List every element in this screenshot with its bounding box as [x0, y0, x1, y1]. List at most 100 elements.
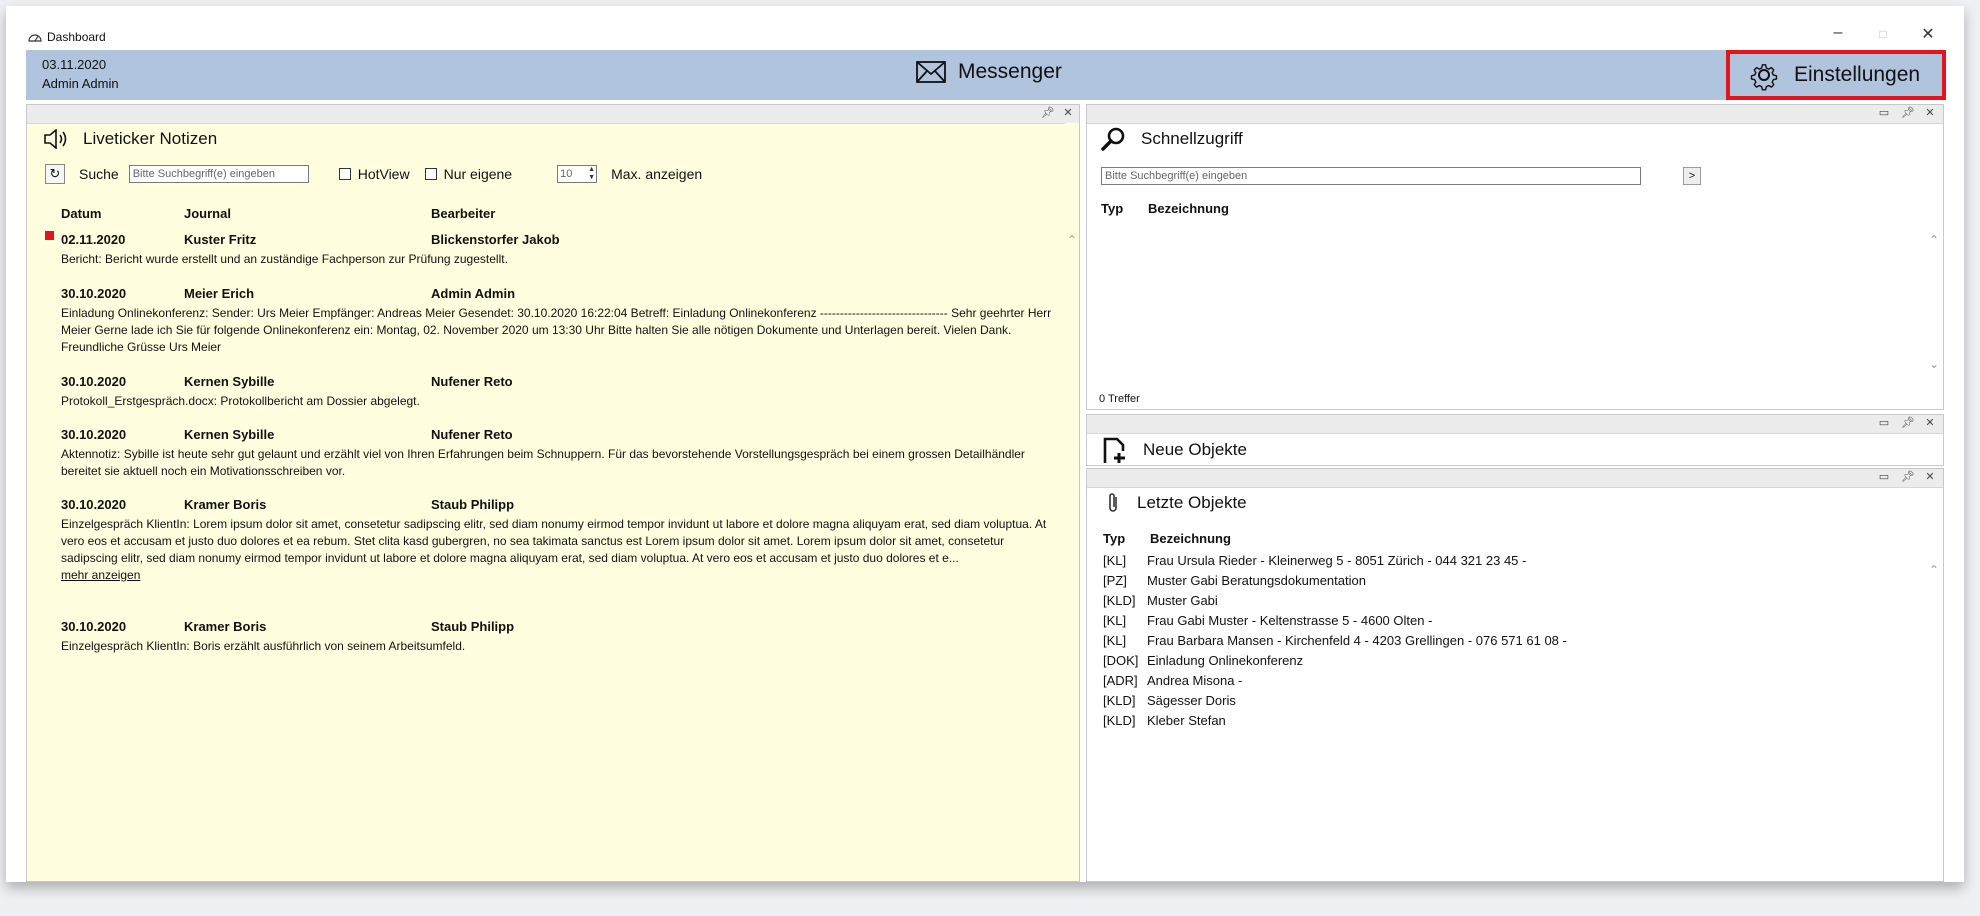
pin-icon[interactable]: 📌︎: [1901, 416, 1915, 429]
item-label: Sägesser Doris: [1147, 693, 1236, 708]
entry-bearbeiter: Nufener Reto: [431, 374, 513, 389]
ticker-entry[interactable]: 02.11.2020 Kuster Fritz Blickenstorfer J…: [45, 231, 1061, 268]
entry-bearbeiter: Admin Admin: [431, 286, 516, 301]
entry-text: Protokoll_Erstgespräch.docx: Protokollbe…: [61, 394, 420, 408]
item-label: Muster Gabi Beratungsdokumentation: [1147, 573, 1366, 588]
liveticker-search-input[interactable]: Bitte Suchbegriff(e) eingeben: [128, 165, 309, 183]
column-header-journal: Journal: [184, 206, 231, 221]
column-header-typ: Typ: [1101, 201, 1124, 216]
item-type: [ADR]: [1103, 673, 1138, 688]
panel-toolbar: ▭ 📌︎ ✕: [1087, 105, 1943, 124]
entry-journal: Kernen Sybille: [184, 427, 275, 442]
close-window-button[interactable]: ✕: [1918, 24, 1938, 44]
list-item[interactable]: [PZ] Muster Gabi Beratungsdokumentation: [1103, 573, 1567, 593]
scrollbar-track[interactable]: ⌃: [1065, 123, 1079, 881]
ticker-entry[interactable]: 30.10.2020 Kramer Boris Staub Philipp Ei…: [61, 496, 1061, 584]
scroll-down-icon[interactable]: ⌄: [1929, 357, 1939, 371]
entry-bearbeiter: Nufener Reto: [431, 427, 513, 442]
search-go-button[interactable]: >: [1683, 167, 1701, 185]
entry-journal: Kramer Boris: [184, 497, 267, 512]
pin-icon[interactable]: 📌︎: [1901, 470, 1915, 483]
entry-date: 30.10.2020: [61, 427, 127, 442]
ticker-entry[interactable]: 30.10.2020 Kramer Boris Staub Philipp Ei…: [61, 618, 1061, 655]
header-user: Admin Admin: [42, 76, 119, 91]
column-header-bearbeiter: Bearbeiter: [431, 206, 496, 221]
entry-journal: Kuster Fritz: [184, 232, 257, 247]
hotview-checkbox[interactable]: [338, 168, 351, 180]
neue-objekte-title-text: Neue Objekte: [1143, 440, 1247, 459]
entry-text: Einzelgespräch KlientIn: Boris erzählt a…: [61, 639, 466, 653]
pin-icon[interactable]: 📌︎: [1041, 106, 1055, 119]
entry-bearbeiter: Staub Philipp: [431, 497, 515, 512]
list-item[interactable]: [DOK] Einladung Onlinekonferenz: [1103, 653, 1567, 673]
neue-objekte-panel: ▭ 📌︎ ✕ Neue Objekte: [1086, 414, 1944, 466]
item-type: [PZ]: [1103, 573, 1127, 588]
ticker-entry[interactable]: 30.10.2020 Kernen Sybille Nufener Reto P…: [61, 373, 1061, 410]
list-item[interactable]: [ADR] Andrea Misona -: [1103, 673, 1567, 693]
nur-eigene-checkbox[interactable]: [424, 168, 437, 180]
pin-icon[interactable]: 📌︎: [1901, 106, 1915, 119]
entry-text: Einladung Onlinekonferenz: Sender: Urs M…: [61, 306, 1052, 354]
max-stepper[interactable]: 10 ▲ ▼: [557, 165, 598, 183]
maximize-button[interactable]: □: [1873, 27, 1893, 41]
liveticker-controls: ↻ Suche Bitte Suchbegriff(e) eingeben Ho…: [45, 163, 702, 185]
scroll-up-icon[interactable]: ⌃: [1929, 233, 1939, 247]
close-panel-icon[interactable]: ✕: [1923, 470, 1937, 483]
maximize-panel-icon[interactable]: ▭: [1877, 470, 1891, 483]
liveticker-panel: 📌︎ ✕ Liveticker Notizen ↻ Suche Bitte Su…: [26, 104, 1080, 882]
scroll-up-icon[interactable]: ⌃: [1929, 563, 1939, 577]
minimize-button[interactable]: –: [1828, 24, 1848, 42]
maximize-panel-icon[interactable]: ▭: [1877, 416, 1891, 429]
item-type: [KLD]: [1103, 713, 1136, 728]
scroll-up-icon[interactable]: ⌃: [1067, 233, 1077, 247]
item-type: [KLD]: [1103, 593, 1136, 608]
close-panel-icon[interactable]: ✕: [1061, 106, 1075, 119]
schnellzugriff-search-input[interactable]: Bitte Suchbegriff(e) eingeben: [1101, 167, 1641, 185]
show-more-link[interactable]: mehr anzeigen: [61, 567, 1061, 584]
column-header-typ: Typ: [1103, 531, 1126, 546]
item-label: Einladung Onlinekonferenz: [1147, 653, 1304, 668]
column-header-datum: Datum: [61, 206, 102, 221]
list-item[interactable]: [KL] Frau Gabi Muster - Keltenstrasse 5 -…: [1103, 613, 1567, 633]
list-item[interactable]: [KL] Frau Ursula Rieder - Kleinerweg 5 - …: [1103, 553, 1567, 573]
refresh-button[interactable]: ↻: [45, 164, 65, 184]
envelope-icon: [916, 61, 946, 83]
refresh-icon: ↻: [49, 166, 61, 181]
list-item[interactable]: [KLD] Sägesser Doris: [1103, 693, 1567, 713]
entry-text: Einzelgespräch KlientIn: Lorem ipsum dol…: [61, 517, 1047, 565]
spin-arrows-icon[interactable]: ▲ ▼: [588, 166, 595, 182]
liveticker-title: Liveticker Notizen: [43, 129, 217, 149]
item-label: Muster Gabi: [1147, 593, 1218, 608]
list-item[interactable]: [KLD] Kleber Stefan: [1103, 713, 1567, 733]
item-type: [DOK]: [1103, 653, 1139, 668]
item-type: [KLD]: [1103, 693, 1136, 708]
dashboard-icon: [28, 34, 42, 42]
neue-objekte-title: Neue Objekte: [1101, 437, 1247, 463]
list-item[interactable]: [KL] Frau Barbara Mansen - Kirchenfeld 4 …: [1103, 633, 1567, 653]
ticker-entry[interactable]: 30.10.2020 Meier Erich Admin Admin Einla…: [61, 285, 1061, 356]
ticker-entry[interactable]: 30.10.2020 Kernen Sybille Nufener Reto A…: [61, 426, 1061, 480]
entry-bearbeiter: Staub Philipp: [431, 619, 515, 634]
close-panel-icon[interactable]: ✕: [1923, 106, 1937, 119]
item-label: Frau Barbara Mansen - Kirchenfeld 4 - 42…: [1147, 633, 1567, 648]
settings-button[interactable]: Einstellungen: [1726, 50, 1946, 100]
header-bar: 03.11.2020 Admin Admin Messenger Einstel…: [26, 50, 1946, 100]
messenger-button[interactable]: Messenger: [916, 60, 1062, 84]
app-window: Dashboard – □ ✕ 03.11.2020 Admin Admin M…: [6, 6, 1964, 882]
panel-toolbar: ▭ 📌︎ ✕: [1087, 469, 1943, 488]
column-header-bezeichnung: Bezeichnung: [1148, 201, 1229, 216]
new-document-icon: [1103, 437, 1125, 463]
header-date: 03.11.2020: [42, 57, 107, 72]
messenger-label: Messenger: [958, 60, 1062, 83]
item-type: [KL]: [1103, 553, 1127, 568]
schnellzugriff-title: Schnellzugriff: [1101, 127, 1243, 151]
max-value: 10: [560, 168, 573, 180]
close-panel-icon[interactable]: ✕: [1923, 416, 1937, 429]
item-type: [KL]: [1103, 613, 1127, 628]
nur-eigene-label: Nur eigene: [443, 166, 513, 182]
letzte-objekte-title: Letzte Objekte: [1103, 491, 1247, 515]
search-icon: [1101, 127, 1125, 151]
window-title: Dashboard: [28, 30, 106, 44]
maximize-panel-icon[interactable]: ▭: [1877, 106, 1891, 119]
list-item[interactable]: [KLD] Muster Gabi: [1103, 593, 1567, 613]
